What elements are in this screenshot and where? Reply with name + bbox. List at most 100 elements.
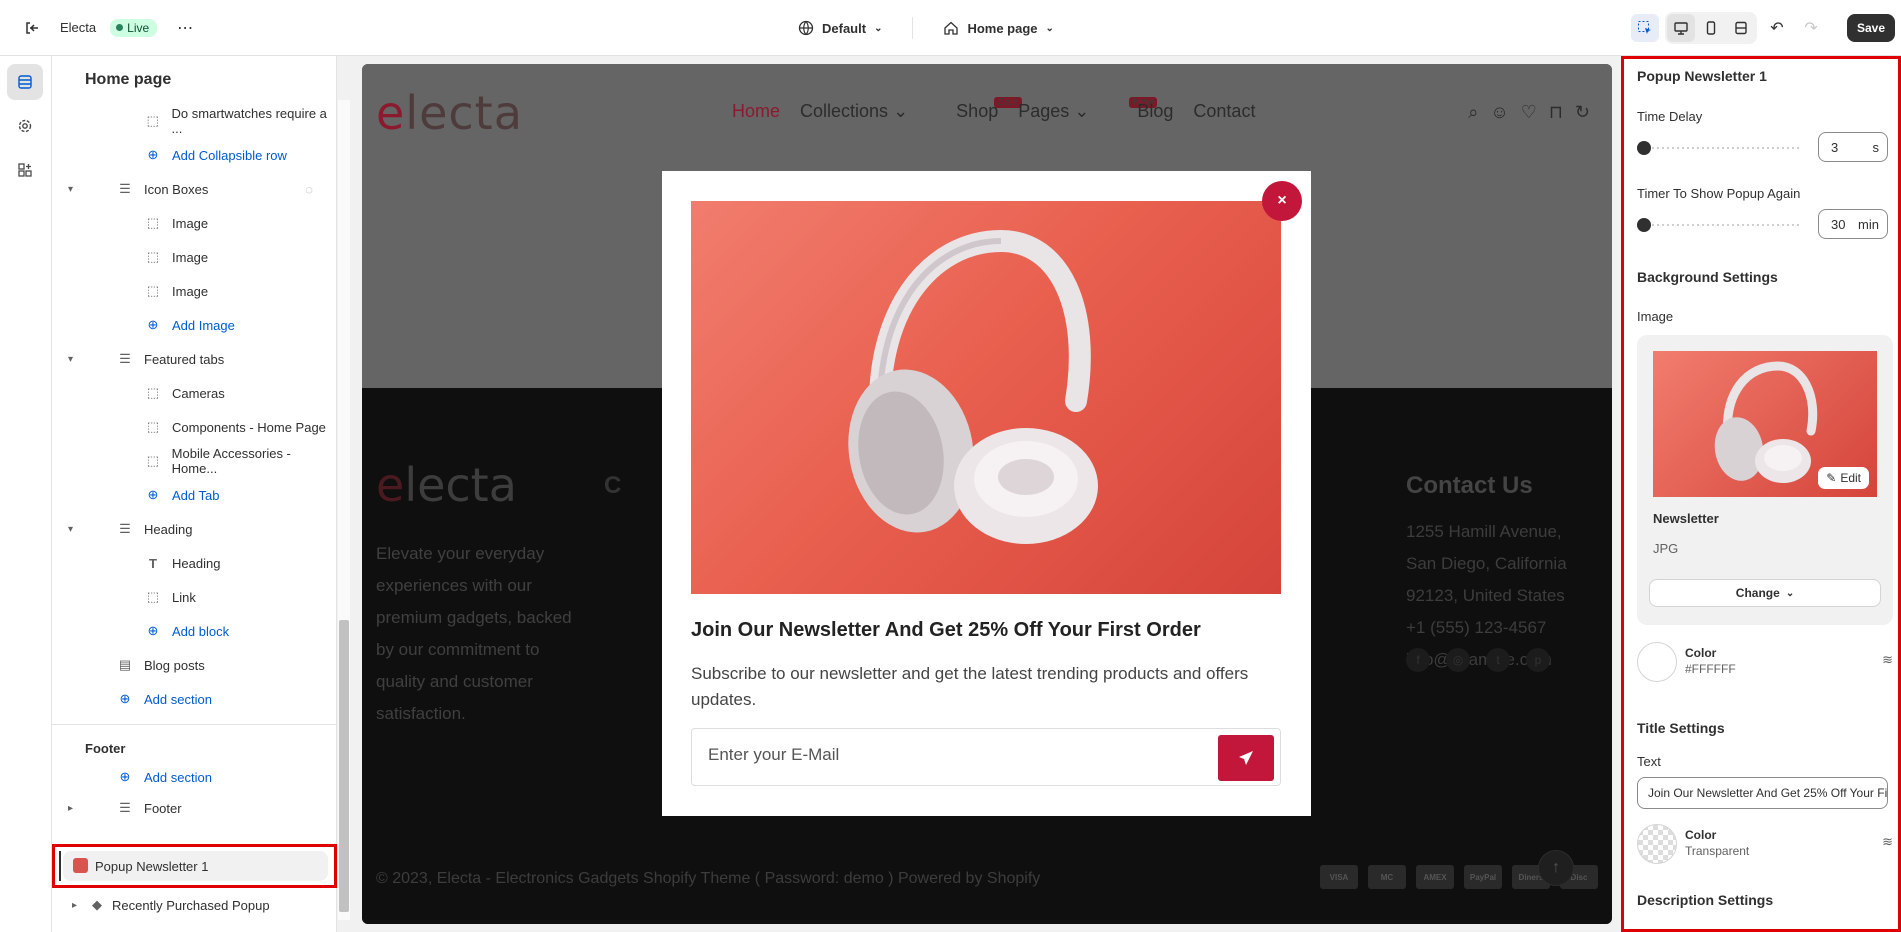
time-delay-label: Time Delay <box>1637 109 1703 124</box>
add-circle-icon: ⊕ <box>119 769 131 784</box>
compare-icon[interactable]: ↻ <box>1575 102 1590 123</box>
sidebar-scroll-thumb[interactable] <box>339 620 349 912</box>
chevron-right-icon[interactable]: ▸ <box>72 900 77 911</box>
section-row-icon-boxes[interactable]: ▾ ☰ Icon Boxes ◌ <box>52 172 336 206</box>
fullscreen-icon[interactable] <box>1727 14 1755 42</box>
color-value: #FFFFFF <box>1685 662 1736 676</box>
section-row-footer[interactable]: ▸ ☰ Footer <box>52 791 336 825</box>
back-to-top-icon[interactable]: ↑ <box>1538 850 1574 886</box>
block-row[interactable]: ⬚ Image <box>52 274 336 308</box>
redo-icon[interactable]: ↷ <box>1797 14 1825 42</box>
top-bar-left: Electa Live ⋯ <box>0 14 600 42</box>
database-icon[interactable]: ≋ <box>1882 834 1893 850</box>
top-bar-center: Default ⌄ Home page ⌄ <box>790 0 1062 56</box>
section-row-featured-tabs[interactable]: ▾ ☰ Featured tabs <box>52 342 336 376</box>
slider-knob[interactable] <box>1637 218 1651 232</box>
add-section-button[interactable]: ⊕ Add section <box>52 682 336 716</box>
add-tab-button[interactable]: ⊕ Add Tab <box>52 478 336 512</box>
more-actions-icon[interactable]: ⋯ <box>171 14 199 42</box>
block-label: Image <box>172 249 209 265</box>
undo-icon[interactable]: ↶ <box>1763 14 1791 42</box>
email-input[interactable]: Enter your E-Mail <box>708 745 839 765</box>
instagram-icon[interactable]: ◎ <box>1446 648 1470 672</box>
add-image-button[interactable]: ⊕ Add Image <box>52 308 336 342</box>
nav-home[interactable]: Home <box>732 101 780 122</box>
block-row[interactable]: ⬚ Image <box>52 206 336 240</box>
left-rail <box>0 56 52 932</box>
footer-column-heading: C <box>604 472 622 499</box>
block-row[interactable]: ⬚ Link <box>52 580 336 614</box>
wishlist-heart-icon[interactable]: ♡ <box>1521 102 1537 123</box>
timer-again-input[interactable]: 30 min <box>1818 209 1888 239</box>
title-color-setting: Color Transparent ≋ <box>1637 824 1893 866</box>
exit-icon[interactable] <box>18 14 46 42</box>
nav-pages[interactable]: Pages ⌄ New <box>1018 97 1158 122</box>
section-row-heading[interactable]: ▾ ☰ Heading <box>52 512 336 546</box>
chevron-down-icon[interactable]: ▾ <box>68 524 73 535</box>
block-row[interactable]: ⬚ Image <box>52 240 336 274</box>
block-row[interactable]: T Heading <box>52 546 336 580</box>
footer-logo: electa <box>376 458 517 512</box>
add-circle-icon: ⊕ <box>119 691 131 706</box>
nav-label: Pages <box>1018 101 1070 121</box>
nav-blog[interactable]: Blog <box>1137 101 1173 122</box>
change-label: Change <box>1735 586 1780 600</box>
nav-label: Collections <box>800 101 889 121</box>
color-label: Color <box>1685 828 1717 842</box>
color-value: Transparent <box>1685 844 1750 858</box>
edit-image-button[interactable]: ✎ Edit <box>1818 467 1869 489</box>
time-delay-slider[interactable] <box>1637 141 1802 155</box>
twitter-icon[interactable]: t <box>1486 648 1510 672</box>
block-row[interactable]: ⬚ Cameras <box>52 376 336 410</box>
sections-icon[interactable] <box>7 64 43 100</box>
desktop-icon[interactable] <box>1666 14 1695 42</box>
nav-shop[interactable]: Shop <box>956 101 998 122</box>
store-logo[interactable]: electa <box>376 86 523 140</box>
add-block-button[interactable]: ⊕ Add block <box>52 614 336 648</box>
mobile-icon[interactable] <box>1697 14 1725 42</box>
account-icon[interactable]: ☺ <box>1490 102 1508 123</box>
timer-again-slider[interactable] <box>1637 218 1802 232</box>
block-icon: ⬚ <box>146 113 159 128</box>
color-swatch[interactable] <box>1637 642 1677 682</box>
block-row[interactable]: ⬚ Components - Home Page <box>52 410 336 444</box>
footer-add-section-button[interactable]: ⊕ Add section <box>52 763 336 791</box>
cart-bag-icon[interactable]: ⊓ <box>1549 102 1563 123</box>
section-label: Footer <box>144 800 182 816</box>
color-swatch[interactable] <box>1637 824 1677 864</box>
slider-knob[interactable] <box>1637 141 1651 155</box>
section-row-recently-purchased[interactable]: ▸ ◆ Recently Purchased Popup <box>52 888 337 922</box>
eye-hidden-icon[interactable]: ◌ <box>305 182 313 197</box>
database-icon[interactable]: ≋ <box>1882 652 1893 668</box>
panel-title: Popup Newsletter 1 <box>1637 68 1767 84</box>
pinterest-icon[interactable]: p <box>1526 648 1550 672</box>
section-row-blog-posts[interactable]: ▤ Blog posts <box>52 648 336 682</box>
block-row[interactable]: ⬚ Do smartwatches require a ... <box>52 104 336 138</box>
inspector-icon[interactable] <box>1630 14 1659 42</box>
theme-selector[interactable]: Default ⌄ <box>790 14 890 42</box>
block-label: Image <box>172 215 209 231</box>
save-button[interactable]: Save <box>1846 14 1895 42</box>
search-icon[interactable]: ⌕ <box>1468 102 1478 123</box>
chevron-down-icon[interactable]: ▾ <box>68 354 73 365</box>
change-image-button[interactable]: Change ⌄ <box>1649 579 1881 607</box>
send-button[interactable] <box>1218 735 1274 781</box>
section-row-popup-newsletter[interactable]: Popup Newsletter 1 <box>59 851 328 881</box>
chevron-right-icon[interactable]: ▸ <box>68 803 73 814</box>
block-row[interactable]: ⬚ Mobile Accessories - Home... <box>52 444 336 478</box>
chevron-down-icon[interactable]: ▾ <box>68 184 73 195</box>
time-delay-input[interactable]: 3s <box>1818 132 1888 162</box>
nav-collections[interactable]: Collections ⌄ Sale <box>800 97 1023 122</box>
section-icon: ☰ <box>119 351 131 366</box>
image-type: JPG <box>1653 541 1679 556</box>
title-text-input[interactable]: Join Our Newsletter And Get 25% Off Your… <box>1637 777 1888 809</box>
settings-gear-icon[interactable] <box>7 108 43 144</box>
nav-contact[interactable]: Contact <box>1193 101 1255 122</box>
page-selector[interactable]: Home page ⌄ <box>935 14 1061 42</box>
popup-newsletter-row-highlight: Popup Newsletter 1 <box>52 844 337 888</box>
apps-icon[interactable] <box>7 152 43 188</box>
facebook-icon[interactable]: f <box>1406 648 1430 672</box>
add-collapsible-row-button[interactable]: ⊕ Add Collapsible row <box>52 138 336 172</box>
close-popup-button[interactable]: × <box>1262 181 1302 221</box>
status-badge: Live <box>110 18 158 37</box>
